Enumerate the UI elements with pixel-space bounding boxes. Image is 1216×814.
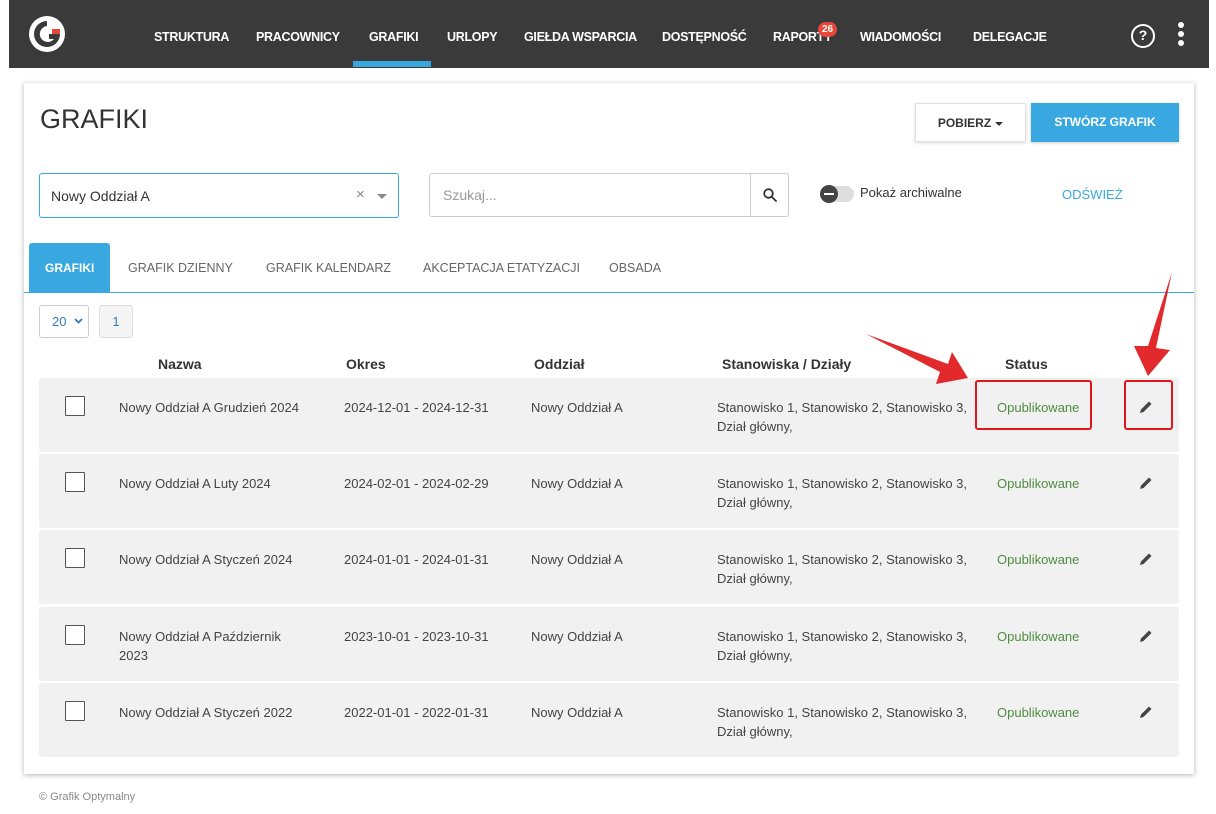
footer-copyright: © Grafik Optymalny (39, 791, 136, 803)
row-period: 2024-01-01 - 2024-01-31 (344, 552, 489, 567)
row-name: Nowy Oddział A Styczeń 2022 (119, 705, 293, 720)
create-schedule-button[interactable]: STWÓRZ GRAFIK (1031, 103, 1179, 142)
row-name: Nowy Oddział A Luty 2024 (119, 476, 271, 491)
download-button[interactable]: POBIERZ (915, 103, 1026, 142)
pencil-icon[interactable] (1138, 475, 1154, 491)
nav-item-grafiki[interactable]: GRAFIKI (369, 0, 419, 68)
tab-grafik-kalendarz[interactable]: GRAFIK KALENDARZ (250, 243, 407, 293)
chevron-down-icon (74, 318, 83, 324)
archive-toggle-label: Pokaż archiwalne (860, 185, 962, 200)
row-checkbox[interactable] (65, 396, 85, 416)
row-status: Opublikowane (997, 476, 1080, 491)
row-status: Opublikowane (997, 552, 1080, 567)
tab-akceptacja-etatyzacji[interactable]: AKCEPTACJA ETATYZACJI (407, 243, 596, 293)
row-positions: Stanowisko 1, Stanowisko 2, Stanowisko 3… (717, 400, 968, 434)
status-highlight-box (975, 380, 1092, 430)
schedules-card: GRAFIKI POBIERZ STWÓRZ GRAFIK Nowy Oddzi… (24, 83, 1194, 774)
column-header-branch[interactable]: Oddział (534, 356, 585, 372)
row-period: 2024-02-01 - 2024-02-29 (344, 476, 489, 491)
help-icon[interactable]: ? (1131, 24, 1155, 48)
column-header-period[interactable]: Okres (346, 356, 386, 372)
caret-down-icon (995, 121, 1004, 126)
column-header-name[interactable]: Nazwa (158, 356, 202, 372)
row-checkbox[interactable] (65, 472, 85, 492)
tabs-underline (24, 292, 1194, 293)
tab-grafik-dzienny[interactable]: GRAFIK DZIENNY (112, 243, 249, 293)
table-row[interactable]: Nowy Oddział A Październik 2023 2023-10-… (39, 607, 1179, 681)
nav-item-dostepnosc[interactable]: DOSTĘPNOŚĆ (662, 0, 747, 68)
row-name: Nowy Oddział A Październik 2023 (119, 629, 281, 663)
top-navigation-bar: STRUKTURA PRACOWNICY GRAFIKI URLOPY GIEŁ… (9, 0, 1209, 68)
row-branch: Nowy Oddział A (531, 400, 623, 415)
branch-select[interactable]: Nowy Oddział A × (39, 173, 399, 218)
row-checkbox[interactable] (65, 548, 85, 568)
table-row[interactable]: Nowy Oddział A Luty 2024 2024-02-01 - 20… (39, 454, 1179, 528)
row-positions: Stanowisko 1, Stanowisko 2, Stanowisko 3… (717, 476, 968, 510)
page-button-1[interactable]: 1 (99, 305, 133, 338)
row-positions: Stanowisko 1, Stanowisko 2, Stanowisko 3… (717, 629, 968, 663)
nav-item-pracownicy[interactable]: PRACOWNICY (256, 0, 340, 68)
row-period: 2024-12-01 - 2024-12-31 (344, 400, 489, 415)
row-positions: Stanowisko 1, Stanowisko 2, Stanowisko 3… (717, 705, 968, 739)
reports-badge: 26 (818, 22, 837, 37)
row-positions: Stanowisko 1, Stanowisko 2, Stanowisko 3… (717, 552, 968, 586)
row-checkbox[interactable] (65, 625, 85, 645)
row-status: Opublikowane (997, 629, 1080, 644)
row-branch: Nowy Oddział A (531, 552, 623, 567)
archive-toggle[interactable] (820, 185, 854, 203)
logo-icon[interactable] (28, 15, 66, 53)
table-row[interactable]: Nowy Oddział A Styczeń 2022 2022-01-01 -… (39, 683, 1179, 757)
row-period: 2022-01-01 - 2022-01-31 (344, 705, 489, 720)
row-name: Nowy Oddział A Styczeń 2024 (119, 552, 293, 567)
row-checkbox[interactable] (65, 701, 85, 721)
nav-item-urlopy[interactable]: URLOPY (447, 0, 498, 68)
search-input[interactable] (430, 174, 750, 216)
tab-grafiki[interactable]: GRAFIKI (29, 243, 111, 293)
kebab-menu-icon[interactable] (1177, 22, 1185, 48)
nav-item-wiadomosci[interactable]: WIADOMOŚCI (860, 0, 941, 68)
row-status: Opublikowane (997, 705, 1080, 720)
nav-active-indicator (353, 61, 431, 67)
page-size-select[interactable]: 20 (39, 305, 89, 338)
search-button[interactable] (750, 174, 788, 216)
refresh-link[interactable]: ODŚWIEŻ (1062, 187, 1123, 202)
column-header-status[interactable]: Status (1005, 356, 1048, 372)
pencil-icon[interactable] (1138, 551, 1154, 567)
table-row[interactable]: Nowy Oddział A Styczeń 2024 2024-01-01 -… (39, 530, 1179, 604)
nav-item-delegacje[interactable]: DELEGACJE (973, 0, 1047, 68)
pencil-icon[interactable] (1138, 704, 1154, 720)
edit-highlight-box (1124, 380, 1173, 430)
nav-item-gielda-wsparcia[interactable]: GIEŁDA WSPARCIA (524, 0, 637, 68)
row-branch: Nowy Oddział A (531, 705, 623, 720)
row-branch: Nowy Oddział A (531, 476, 623, 491)
clear-icon[interactable]: × (356, 186, 365, 203)
page-size-value: 20 (52, 314, 67, 329)
nav-item-struktura[interactable]: STRUKTURA (154, 0, 229, 68)
chevron-down-icon[interactable] (377, 194, 387, 199)
branch-select-value: Nowy Oddział A (51, 188, 150, 204)
row-branch: Nowy Oddział A (531, 629, 623, 644)
pencil-icon[interactable] (1138, 628, 1154, 644)
toggle-knob (820, 185, 838, 203)
search-field (429, 173, 789, 217)
row-name: Nowy Oddział A Grudzień 2024 (119, 400, 299, 415)
row-period: 2023-10-01 - 2023-10-31 (344, 629, 489, 644)
tab-obsada[interactable]: OBSADA (593, 243, 677, 293)
page-title: GRAFIKI (40, 104, 149, 134)
download-button-label: POBIERZ (937, 116, 992, 130)
column-header-positions[interactable]: Stanowiska / Działy (722, 356, 851, 372)
search-icon (763, 188, 777, 202)
